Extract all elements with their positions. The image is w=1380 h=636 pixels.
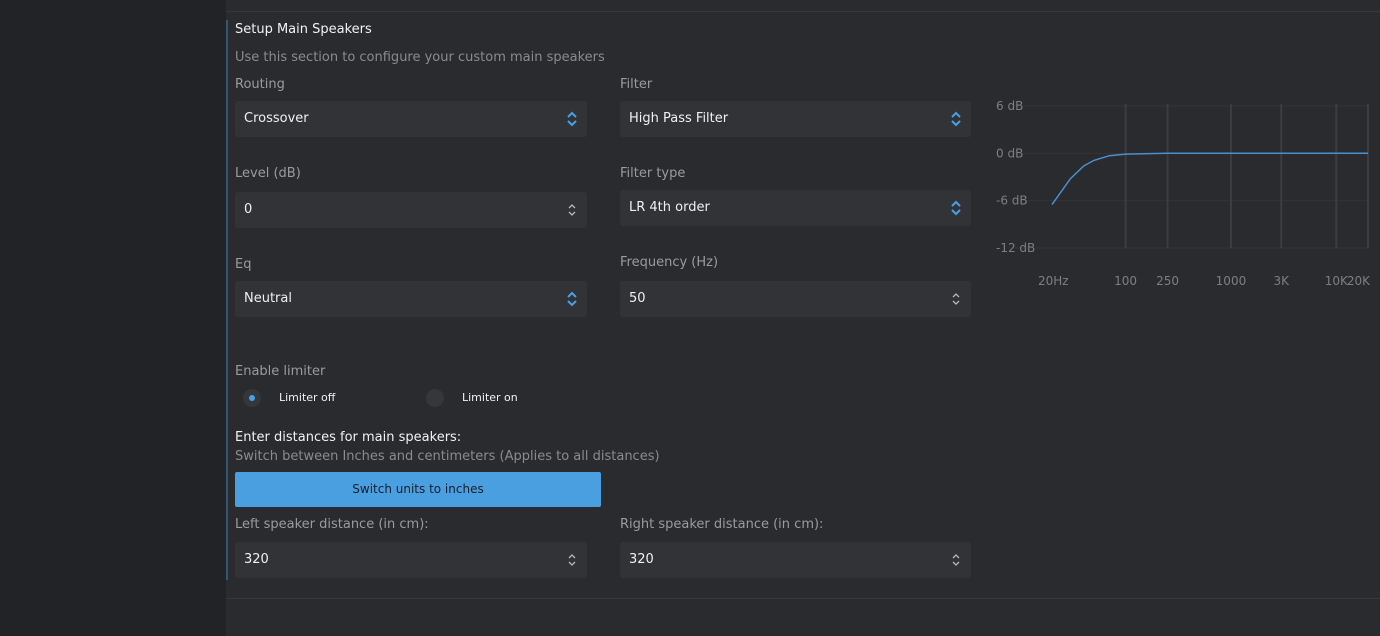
limiter-on-radio[interactable] (426, 389, 444, 407)
chart-x-tick-label: 10K (1325, 274, 1349, 288)
chart-y-tick-label: 6 dB (996, 99, 1023, 113)
eq-label: Eq (235, 257, 252, 272)
limiter-label: Enable limiter (235, 364, 326, 379)
chart-x-tick-label: 100 (1114, 274, 1137, 288)
select-arrows-icon (951, 200, 961, 216)
distances-heading: Enter distances for main speakers: (235, 430, 462, 445)
number-spinner-icon[interactable] (566, 551, 578, 569)
right-distance-value: 320 (629, 552, 654, 567)
select-arrows-icon (951, 111, 961, 127)
section-accent-bar (226, 20, 228, 580)
main-speakers-section: Setup Main Speakers Use this section to … (226, 0, 1380, 636)
chart-y-tick-label: 0 dB (996, 146, 1023, 160)
filter-value: High Pass Filter (629, 111, 729, 126)
frequency-input[interactable]: 50 (620, 281, 971, 317)
chart-x-tick-label: 20Hz (1038, 274, 1069, 288)
level-label: Level (dB) (235, 166, 301, 181)
filter-select[interactable]: High Pass Filter (620, 101, 971, 137)
limiter-on-label[interactable]: Limiter on (462, 391, 518, 404)
top-divider (226, 11, 1380, 12)
eq-value: Neutral (244, 291, 292, 306)
chart-x-tick-label: 20K (1347, 274, 1371, 288)
left-distance-input[interactable]: 320 (235, 542, 587, 578)
left-panel (0, 0, 226, 636)
chart-x-tick-label: 1000 (1216, 274, 1247, 288)
number-spinner-icon[interactable] (950, 290, 962, 308)
right-distance-label: Right speaker distance (in cm): (620, 517, 824, 532)
routing-value: Crossover (244, 111, 309, 126)
filter-type-value: LR 4th order (629, 200, 710, 215)
filter-type-label: Filter type (620, 166, 686, 181)
switch-units-button[interactable]: Switch units to inches (235, 472, 601, 507)
chart-y-tick-label: -6 dB (996, 194, 1028, 208)
limiter-off-label[interactable]: Limiter off (279, 391, 335, 404)
frequency-response-chart: 6 dB 0 dB -6 dB -12 dB 20Hz 100 250 1000 3K 10K20… (996, 99, 1371, 288)
routing-label: Routing (235, 77, 285, 92)
left-distance-label: Left speaker distance (in cm): (235, 517, 429, 532)
select-arrows-icon (567, 111, 577, 127)
number-spinner-icon[interactable] (566, 201, 578, 219)
limiter-off-radio[interactable] (243, 389, 261, 407)
select-arrows-icon (567, 291, 577, 307)
chart-x-tick-label: 3K (1273, 274, 1290, 288)
section-title: Setup Main Speakers (235, 22, 372, 37)
section-subtitle: Use this section to configure your custo… (235, 50, 605, 65)
bottom-divider (226, 598, 1380, 599)
chart-x-tick-label: 250 (1156, 274, 1179, 288)
frequency-value: 50 (629, 291, 646, 306)
eq-select[interactable]: Neutral (235, 281, 587, 317)
number-spinner-icon[interactable] (950, 551, 962, 569)
level-input[interactable]: 0 (235, 192, 587, 228)
filter-type-select[interactable]: LR 4th order (620, 190, 971, 226)
level-value: 0 (244, 202, 253, 217)
chart-y-tick-label: -12 dB (996, 241, 1035, 255)
filter-label: Filter (620, 77, 653, 92)
radio-selected-dot (249, 395, 255, 401)
frequency-label: Frequency (Hz) (620, 255, 719, 270)
routing-select[interactable]: Crossover (235, 101, 587, 137)
distances-subheading: Switch between Inches and centimeters (A… (235, 449, 660, 464)
left-distance-value: 320 (244, 552, 269, 567)
right-distance-input[interactable]: 320 (620, 542, 971, 578)
chart-series-line (1051, 152, 1368, 206)
